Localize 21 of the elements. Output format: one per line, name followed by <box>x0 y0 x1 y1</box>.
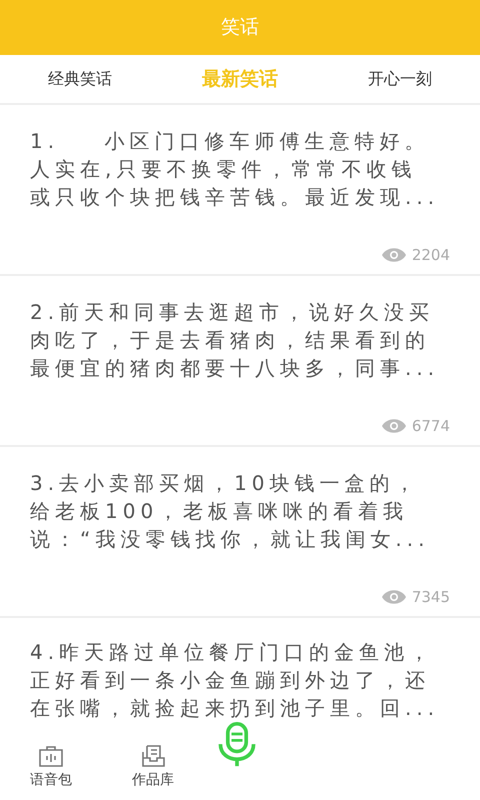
joke-text: 3.去小卖部买烟，10块钱一盒的，给老板100，老板喜咪咪的看着我说：“我没零钱找你，就让我闺女... <box>30 470 430 553</box>
nav-tab[interactable]: 作品库 <box>122 744 184 791</box>
view-count: 2204 <box>412 244 450 266</box>
category-tab[interactable]: 经典笑话 <box>0 67 160 91</box>
eye-icon <box>382 590 406 604</box>
view-count: 6774 <box>412 416 450 436</box>
view-count: 7345 <box>412 586 450 608</box>
joke-text: 4.昨天路过单位餐厅门口的金鱼池，正好看到一条小金鱼蹦到外边了，还在张嘴，就捡起来扔到池子里。回... <box>30 639 440 722</box>
tray-icon <box>140 744 166 768</box>
eye-icon <box>382 418 406 433</box>
bag-icon <box>38 744 64 768</box>
page-title: 笑话 <box>221 15 259 40</box>
eye-icon <box>382 248 406 262</box>
category-tab[interactable]: 开心一刻 <box>320 67 480 91</box>
joke-text: 1. 小区门口修车师傅生意特好。人实在,只要不换零件，常常不收钱或只收个块把钱辛苦钱。最近发现... <box>30 128 440 211</box>
joke-card[interactable]: 1. 小区门口修车师傅生意特好。人实在,只要不换零件，常常不收钱或只收个块把钱辛苦钱。最近发现... 2204 <box>0 105 480 276</box>
joke-card[interactable]: 3.去小卖部买烟，10块钱一盒的，给老板100，老板喜咪咪的看着我说：“我没零钱找你，就让我闺女... 7345 <box>0 447 480 618</box>
joke-card[interactable]: 2.前天和同事去逛超市，说好久没买肉吃了，于是去看猪肉，结果看到的最便宜的猪肉都要十八块多，同事... 6774 <box>0 276 480 447</box>
joke-card[interactable]: 4.昨天路过单位餐厅门口的金鱼池，正好看到一条小金鱼蹦到外边了，还在张嘴，就捡起来扔到池子里。回... <box>0 618 480 722</box>
nav-tab[interactable]: 语音包 <box>20 744 82 791</box>
joke-text: 2.前天和同事去逛超市，说好久没买肉吃了，于是去看猪肉，结果看到的最便宜的猪肉都要十八块多，同事... <box>30 299 440 382</box>
